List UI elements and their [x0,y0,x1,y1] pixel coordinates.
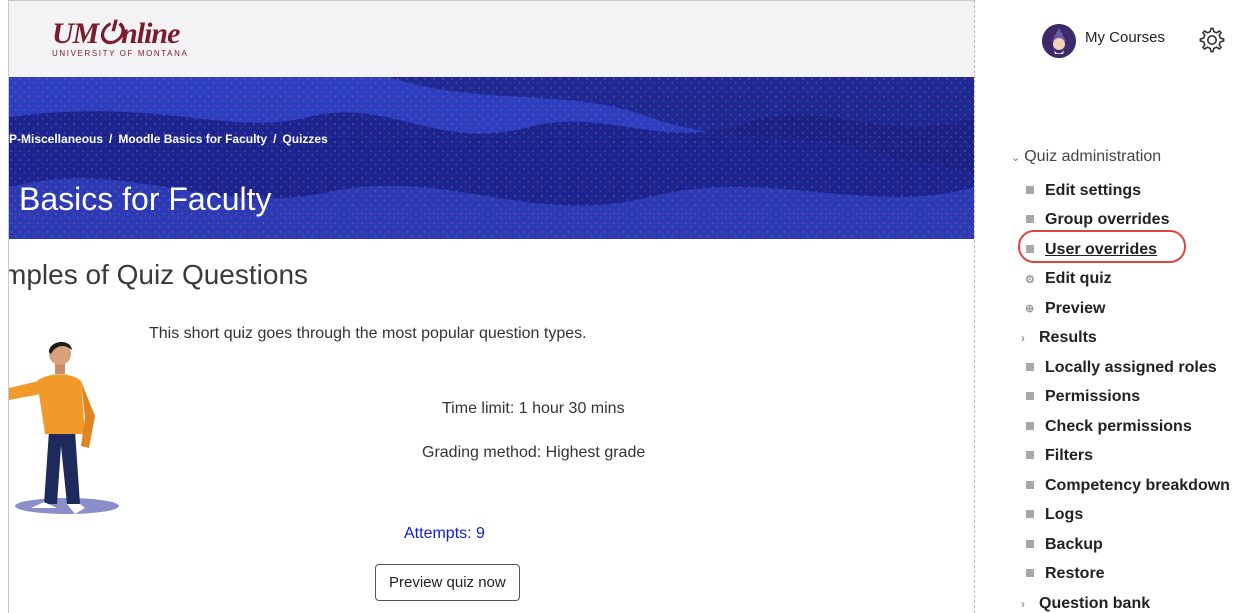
menu-item-restore[interactable]: Restore [1025,560,1230,590]
menu-item-permissions[interactable]: Permissions [1025,383,1230,413]
menu-item-locally-assigned-roles[interactable]: Locally assigned roles [1025,353,1230,383]
um-online-logo[interactable]: UM⏻nline UNIVERSITY OF MONTANA [52,17,189,59]
menu-item-logs[interactable]: Logs [1025,501,1230,531]
bullet-icon [1025,214,1045,226]
menu-item-competency-breakdown[interactable]: Competency breakdown [1025,471,1230,501]
grading-method: Grading method: Highest grade [422,444,646,461]
admin-heading-label: Quiz administration [1024,148,1162,165]
wizard-avatar-icon[interactable] [1042,24,1076,58]
breadcrumb-item[interactable]: Moodle Basics for Faculty [118,132,267,146]
logo-subtitle: UNIVERSITY OF MONTANA [52,49,189,58]
menu-item-edit-quiz[interactable]: ⚙ Edit quiz [1025,265,1230,295]
preview-quiz-button[interactable]: Preview quiz now [375,564,520,601]
bullet-icon [1025,568,1045,580]
chevron-right-icon: › [1021,596,1025,611]
bullet-icon [1025,480,1045,492]
bullet-icon [1025,421,1045,433]
chevron-right-icon: › [1021,331,1025,346]
course-banner: P-Miscellaneous / Moodle Basics for Facult… [9,77,974,239]
menu-item-backup[interactable]: Backup [1025,530,1230,560]
time-limit: Time limit: 1 hour 30 mins [442,400,625,417]
menu-item-results[interactable]: › Results [1021,324,1230,354]
bullet-icon [1025,185,1045,197]
bullet-icon [1025,450,1045,462]
zoom-icon: ⊕ [1025,303,1035,316]
attempts-link[interactable]: Attempts: 9 [404,525,485,543]
bullet-icon [1025,391,1045,403]
menu-item-group-overrides[interactable]: Group overrides [1025,206,1230,236]
sidebar: My Courses ⌄ Quiz administration Edit set… [974,0,1258,613]
quiz-intro: This short quiz goes through the most po… [149,325,587,342]
admin-menu: Edit settings Group overrides User overr… [1021,176,1230,613]
chevron-down-icon: ⌄ [1011,152,1021,164]
breadcrumb-item[interactable]: Quizzes [282,132,327,146]
breadcrumb-item[interactable]: P-Miscellaneous [9,132,103,146]
quiz-administration-heading[interactable]: ⌄ Quiz administration [1011,148,1161,166]
menu-item-user-overrides[interactable]: User overrides [1025,235,1230,265]
my-courses-link[interactable]: My Courses [1085,29,1165,46]
bullet-icon [1025,539,1045,551]
menu-item-check-permissions[interactable]: Check permissions [1025,412,1230,442]
gear-icon: ⚙ [1025,273,1035,286]
bullet-icon [1025,362,1045,374]
gear-icon[interactable] [1199,27,1225,53]
course-title: Basics for Faculty [19,181,272,217]
quiz-title: mples of Quiz Questions [9,259,309,290]
breadcrumb: P-Miscellaneous / Moodle Basics for Facult… [9,132,328,146]
bullet-icon [1025,509,1045,521]
top-bar: UM⏻nline UNIVERSITY OF MONTANA [9,1,974,77]
menu-item-preview[interactable]: ⊕ Preview [1025,294,1230,324]
instructor-illustration [9,341,119,514]
menu-item-edit-settings[interactable]: Edit settings [1025,176,1230,206]
menu-item-filters[interactable]: Filters [1025,442,1230,472]
menu-item-question-bank[interactable]: › Question bank [1021,589,1230,613]
logo-wordmark: UM⏻nline [52,17,180,50]
main-content: UM⏻nline UNIVERSITY OF MONTANA P-Miscell… [9,1,974,613]
bullet-icon [1025,244,1045,256]
